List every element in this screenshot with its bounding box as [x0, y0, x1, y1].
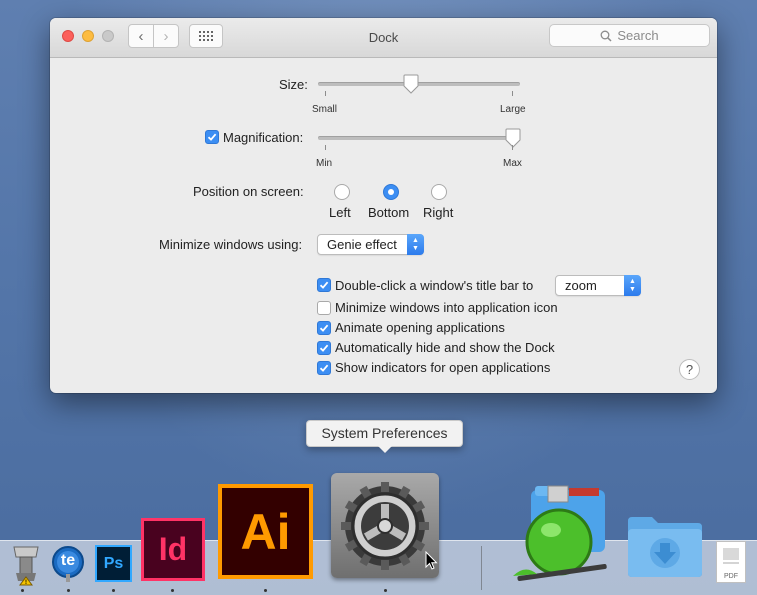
size-slider-knob[interactable] — [403, 74, 419, 94]
search-placeholder: Search — [617, 28, 659, 43]
illustrator-icon: Ai — [240, 503, 291, 560]
indicators-checkbox[interactable] — [317, 361, 331, 375]
indicators-label: Show indicators for open applications — [335, 360, 551, 375]
running-indicator — [384, 589, 387, 592]
dock-app-indesign[interactable]: Id — [141, 518, 205, 581]
checkmark-icon — [319, 344, 329, 352]
running-indicator — [21, 589, 24, 592]
autohide-checkbox[interactable] — [317, 341, 331, 355]
animate-checkbox[interactable] — [317, 321, 331, 335]
double-click-label: Double-click a window's title bar to — [335, 278, 534, 293]
magnification-tick-min — [325, 145, 326, 150]
downloads-folder-icon — [628, 517, 702, 577]
cursor-icon — [425, 551, 438, 570]
double-click-action-popup[interactable]: zoom ▲ ▼ — [555, 275, 641, 296]
checkmark-icon — [319, 364, 329, 372]
position-bottom-label: Bottom — [368, 205, 410, 220]
running-indicator — [264, 589, 267, 592]
checkmark-icon — [319, 324, 329, 332]
magnification-max-label: Max — [503, 158, 522, 169]
indesign-icon: Id — [158, 531, 188, 567]
size-min-label: Small — [312, 104, 338, 115]
dock-item-pdf-document[interactable]: PDF — [716, 541, 746, 583]
running-indicator — [171, 589, 174, 592]
dock-app-potion[interactable] — [511, 484, 614, 584]
potion-icon — [513, 485, 607, 581]
position-bottom-radio[interactable] — [383, 184, 399, 200]
checkmark-icon — [319, 281, 329, 289]
autohide-label: Automatically hide and show the Dock — [335, 340, 555, 355]
dock-app-system-preferences[interactable] — [331, 473, 439, 578]
minimize-effect-value: Genie effect — [327, 237, 397, 252]
dock-app-illustrator[interactable]: Ai — [218, 484, 313, 579]
checkmark-icon — [207, 133, 217, 141]
help-button[interactable]: ? — [679, 359, 700, 380]
minimize-effect-popup[interactable]: Genie effect ▲ ▼ — [317, 234, 424, 255]
magnification-checkbox[interactable] — [205, 130, 219, 144]
running-indicator — [67, 589, 70, 592]
dock-app-utility[interactable]: ! — [8, 543, 44, 587]
magnification-label: Magnification: — [223, 130, 304, 145]
document-icon — [723, 548, 739, 564]
animate-label: Animate opening applications — [335, 320, 505, 335]
double-click-checkbox[interactable] — [317, 278, 331, 292]
size-label: Size: — [279, 77, 308, 92]
dock-app-te[interactable]: te — [50, 544, 86, 584]
updown-arrows-icon: ▲ ▼ — [624, 275, 641, 296]
gear-icon — [341, 481, 429, 570]
dock-app-photoshop[interactable]: Ps — [95, 545, 132, 582]
search-field[interactable]: Search — [549, 24, 710, 47]
magnification-slider-knob[interactable] — [505, 128, 521, 148]
magnification-min-label: Min — [316, 158, 333, 169]
position-right-radio[interactable] — [431, 184, 447, 200]
photoshop-icon: Ps — [103, 554, 124, 572]
pdf-label: PDF — [724, 573, 738, 580]
size-tick-max — [512, 91, 513, 96]
double-click-action-value: zoom — [565, 278, 597, 293]
dock-tooltip: System Preferences — [306, 420, 463, 453]
position-left-radio[interactable] — [334, 184, 350, 200]
updown-arrows-icon: ▲ ▼ — [407, 234, 424, 255]
running-indicator — [112, 589, 115, 592]
titlebar: ‹ › Dock Search — [50, 18, 717, 58]
size-slider[interactable] — [318, 82, 520, 86]
position-label: Position on screen: — [193, 184, 304, 199]
magnification-slider[interactable] — [318, 136, 520, 140]
svg-text:!: ! — [25, 580, 27, 586]
dock-preferences-window: ‹ › Dock Search Size: Small Large Magnif… — [50, 18, 717, 393]
minimize-into-icon-checkbox[interactable] — [317, 301, 331, 315]
te-label: te — [60, 552, 76, 569]
dock-separator — [481, 546, 482, 590]
position-left-label: Left — [329, 205, 351, 220]
position-right-label: Right — [423, 205, 454, 220]
size-max-label: Large — [500, 104, 526, 115]
dock-app-downloads[interactable] — [626, 513, 704, 579]
minimize-label: Minimize windows using: — [159, 237, 303, 252]
size-tick-min — [325, 91, 326, 96]
minimize-into-icon-label: Minimize windows into application icon — [335, 300, 558, 315]
search-icon — [600, 30, 612, 42]
magnification-tick-max — [512, 145, 513, 150]
utility-icon: ! — [13, 546, 39, 586]
